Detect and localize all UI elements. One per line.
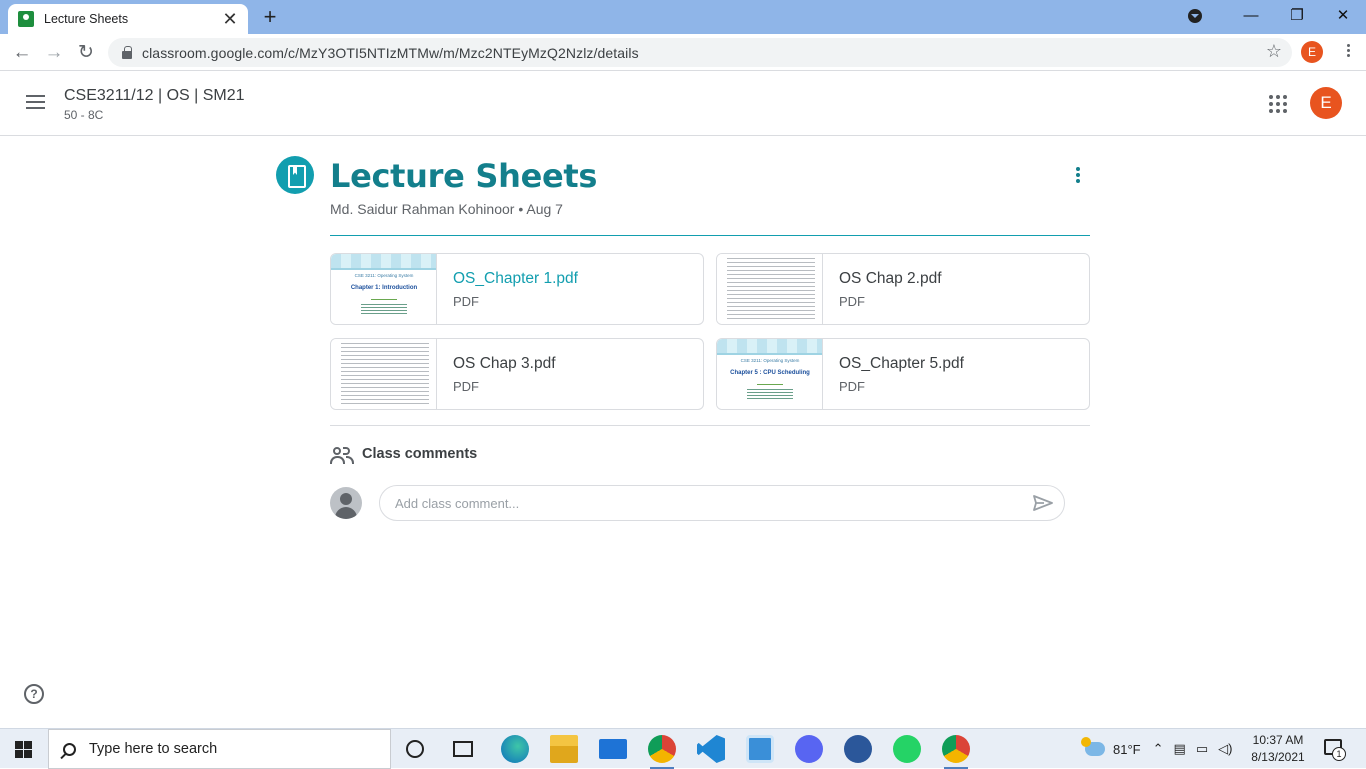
- cortana-icon[interactable]: [406, 740, 424, 758]
- search-icon: [63, 742, 76, 756]
- task-view-icon[interactable]: [453, 741, 473, 757]
- taskbar-clock[interactable]: 10:37 AM 8/13/2021: [1246, 732, 1310, 766]
- title-divider: [330, 235, 1090, 236]
- account-avatar[interactable]: E: [1310, 87, 1342, 119]
- meta-separator: •: [518, 201, 524, 217]
- chrome-profile-icon[interactable]: [942, 735, 970, 769]
- display-icon[interactable]: ▭: [1196, 741, 1208, 757]
- classroom-header: CSE3211/12 | OS | SM21 50 - 8C E: [0, 71, 1366, 136]
- notification-count: 1: [1332, 747, 1346, 761]
- reload-button[interactable]: ↻: [73, 40, 99, 66]
- pdf-thumbnail[interactable]: [331, 339, 437, 409]
- classroom-favicon-icon: [18, 11, 34, 27]
- word-icon[interactable]: [844, 735, 872, 763]
- more-options-icon[interactable]: [1068, 165, 1088, 187]
- temperature[interactable]: 81°F: [1113, 742, 1141, 757]
- browser-profile-avatar[interactable]: E: [1301, 41, 1323, 63]
- comments-divider: [330, 425, 1090, 426]
- edge-icon[interactable]: [501, 735, 529, 763]
- attachment-title[interactable]: OS_Chapter 5.pdf: [839, 355, 964, 373]
- user-avatar: [330, 487, 362, 519]
- help-icon[interactable]: ?: [24, 684, 44, 704]
- material-meta: Md. Saidur Rahman Kohinoor • Aug 7: [330, 201, 563, 217]
- attachment-type: PDF: [453, 379, 479, 394]
- chevron-up-icon[interactable]: ⌃: [1153, 741, 1164, 757]
- attachment-type: PDF: [453, 294, 479, 309]
- attachment-card[interactable]: OS Chap 3.pdf PDF: [330, 338, 704, 410]
- class-comments-heading: Class comments: [362, 446, 478, 462]
- thumb-chapter: Chapter 5 : CPU Scheduling: [730, 370, 810, 376]
- network-icon[interactable]: ▤: [1174, 741, 1186, 757]
- windows-start-icon[interactable]: [15, 741, 32, 758]
- bookmark-star-icon[interactable]: ☆: [1266, 41, 1282, 62]
- pdf-thumbnail[interactable]: CSE 3211: Operating System Chapter 5 : C…: [717, 339, 823, 409]
- attachment-title[interactable]: OS Chap 3.pdf: [453, 355, 556, 373]
- vscode-icon[interactable]: [697, 735, 725, 763]
- attachment-card[interactable]: CSE 3211: Operating System Chapter 5 : C…: [716, 338, 1090, 410]
- attachment-card[interactable]: OS Chap 2.pdf PDF: [716, 253, 1090, 325]
- restore-button[interactable]: ❐: [1274, 0, 1320, 32]
- weather-icon[interactable]: [1081, 737, 1105, 756]
- class-section: 50 - 8C: [64, 108, 104, 122]
- thumb-chapter: Chapter 1: Introduction: [350, 285, 418, 291]
- control-panel-icon[interactable]: [746, 735, 774, 763]
- attachment-type: PDF: [839, 379, 865, 394]
- window-controls: — ❐ ✕: [1188, 0, 1366, 32]
- main-menu-icon[interactable]: [26, 95, 45, 111]
- attachment-title[interactable]: OS_Chapter 1.pdf: [453, 270, 578, 288]
- browser-tabstrip: Lecture Sheets ✕ + — ❐ ✕: [0, 0, 1366, 34]
- post-date: Aug 7: [526, 201, 563, 217]
- attachments-grid: CSE 3211: Operating System Chapter 1: In…: [330, 253, 1090, 410]
- close-window-button[interactable]: ✕: [1320, 0, 1366, 32]
- send-icon[interactable]: [1032, 494, 1054, 512]
- tab-title: Lecture Sheets: [44, 12, 129, 26]
- pdf-thumbnail[interactable]: CSE 3211: Operating System Chapter 1: In…: [331, 254, 437, 324]
- back-button[interactable]: ←: [9, 40, 35, 66]
- whatsapp-icon[interactable]: [893, 735, 921, 763]
- pdf-thumbnail[interactable]: [717, 254, 823, 324]
- tab-search-icon[interactable]: [1188, 9, 1202, 23]
- thumb-course: CSE 3211: Operating System: [740, 358, 800, 363]
- thumb-course: CSE 3211: Operating System: [354, 273, 414, 278]
- tab-close-icon[interactable]: ✕: [222, 10, 238, 28]
- chrome-icon[interactable]: [648, 735, 676, 769]
- lock-icon[interactable]: [122, 45, 132, 59]
- file-explorer-icon[interactable]: [550, 735, 578, 763]
- clock-date: 8/13/2021: [1251, 750, 1305, 764]
- minimize-button[interactable]: —: [1228, 0, 1274, 32]
- address-bar[interactable]: classroom.google.com/c/MzY3OTI5NTIzMTMw/…: [108, 38, 1292, 67]
- new-tab-button[interactable]: +: [258, 4, 282, 30]
- material-book-icon: [276, 156, 314, 194]
- class-name-link[interactable]: CSE3211/12 | OS | SM21: [64, 87, 245, 105]
- google-apps-icon[interactable]: [1269, 95, 1287, 113]
- url-text[interactable]: classroom.google.com/c/MzY3OTI5NTIzMTMw/…: [142, 45, 639, 61]
- taskbar-search-placeholder: Type here to search: [89, 741, 218, 757]
- clock-time: 10:37 AM: [1252, 733, 1304, 747]
- attachment-card[interactable]: CSE 3211: Operating System Chapter 1: In…: [330, 253, 704, 325]
- mail-icon[interactable]: [599, 739, 627, 759]
- browser-toolbar: ← → ↻ classroom.google.com/c/MzY3OTI5NTI…: [0, 34, 1366, 71]
- windows-taskbar: Type here to search 81°F ⌃ ▤ ▭ ◁) 10:37 …: [0, 728, 1366, 769]
- system-tray: 81°F ⌃ ▤ ▭ ◁): [1081, 729, 1242, 769]
- discord-icon[interactable]: [795, 735, 823, 763]
- volume-icon[interactable]: ◁): [1218, 741, 1232, 757]
- browser-tab[interactable]: Lecture Sheets ✕: [8, 4, 248, 34]
- class-comment-input[interactable]: [379, 485, 1065, 521]
- forward-button[interactable]: →: [41, 40, 67, 66]
- attachment-type: PDF: [839, 294, 865, 309]
- taskbar-search[interactable]: Type here to search: [48, 729, 391, 769]
- browser-menu-icon[interactable]: [1338, 42, 1358, 62]
- page-title: Lecture Sheets: [330, 157, 598, 195]
- people-icon: [330, 446, 354, 464]
- attachment-title[interactable]: OS Chap 2.pdf: [839, 270, 942, 288]
- author-name: Md. Saidur Rahman Kohinoor: [330, 201, 515, 217]
